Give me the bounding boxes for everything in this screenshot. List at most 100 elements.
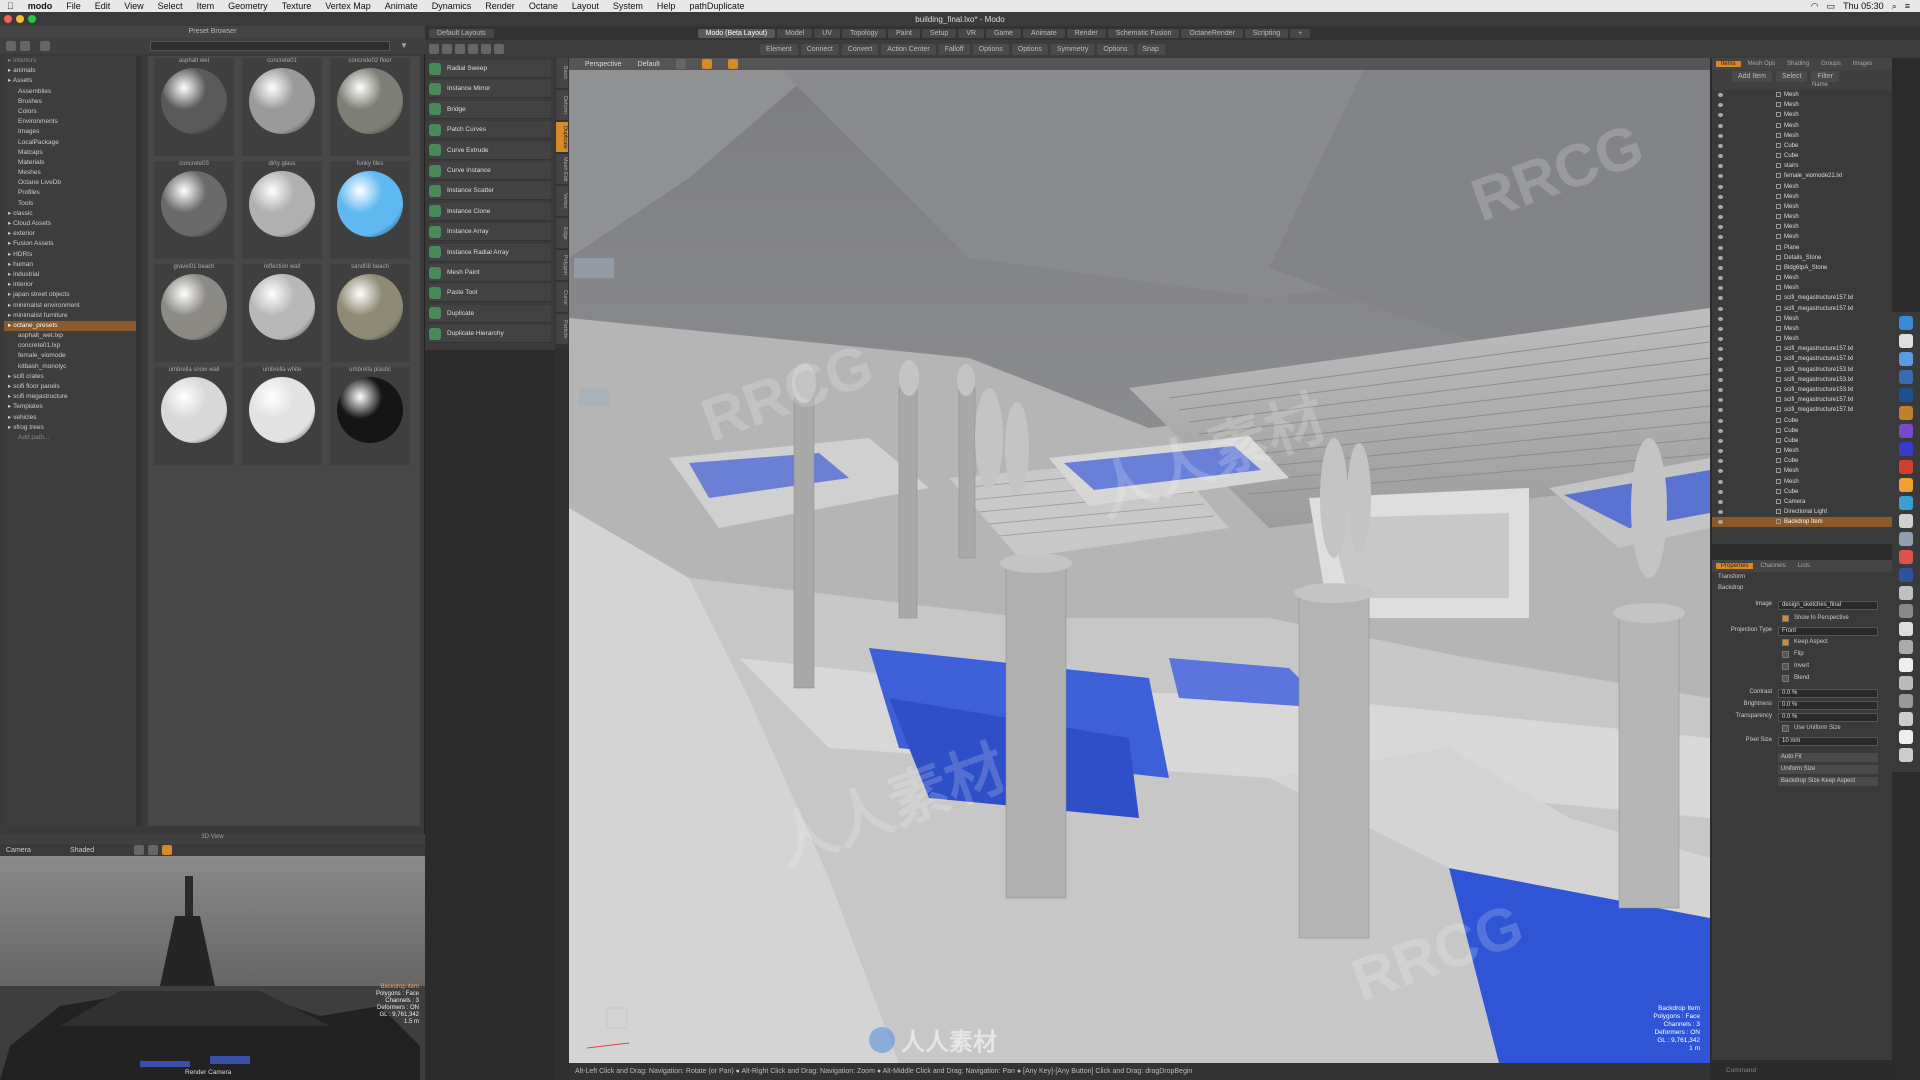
visibility-eye-icon[interactable] [1718, 337, 1723, 342]
visibility-eye-icon[interactable] [1718, 123, 1723, 128]
item-list-row[interactable]: scifi_megastructure153.lxl [1712, 385, 1892, 395]
layout-tab[interactable]: Setup [921, 28, 957, 38]
item-list-row[interactable]: Mesh [1712, 283, 1892, 293]
tool-button[interactable]: Paste Tool [429, 284, 551, 303]
visibility-eye-icon[interactable] [1718, 347, 1723, 352]
visibility-eye-icon[interactable] [1718, 489, 1723, 494]
visibility-eye-icon[interactable] [1718, 103, 1723, 108]
menu-item[interactable]: Item [190, 1, 222, 11]
tree-item[interactable]: Meshes [4, 168, 136, 178]
material-preset[interactable]: funky tiles [330, 161, 410, 259]
item-list-row[interactable]: Bldg6tpA_Stone [1712, 263, 1892, 273]
visibility-eye-icon[interactable] [1718, 377, 1723, 382]
octane-icon[interactable] [701, 59, 712, 69]
material-preset[interactable]: umbrella white [242, 367, 322, 465]
backdrop-section[interactable]: Backdrop [1712, 585, 1892, 596]
render-icon[interactable] [727, 59, 738, 69]
tree-item[interactable]: ▸ scifi megastructure [4, 392, 136, 402]
dock-app-icon[interactable] [1899, 388, 1913, 402]
toolbar-button[interactable]: Options [972, 43, 1009, 55]
visibility-eye-icon[interactable] [1718, 235, 1723, 240]
tree-item[interactable]: ▸ minimalist environment [4, 301, 136, 311]
item-list-row[interactable]: Mesh [1712, 446, 1892, 456]
item-list-row[interactable]: scifi_megastructure153.lxl [1712, 365, 1892, 375]
item-panel-tab[interactable]: Shading [1782, 61, 1814, 67]
tree-item[interactable]: ▸ animals [4, 66, 136, 76]
visibility-eye-icon[interactable] [1718, 154, 1723, 159]
add-item-button[interactable]: Add Item [1732, 70, 1773, 82]
dock-app-icon[interactable] [1899, 640, 1913, 654]
battery-icon[interactable]: ▭ [1827, 1, 1836, 12]
item-list-row[interactable]: Mesh [1712, 121, 1892, 131]
visibility-eye-icon[interactable] [1718, 93, 1723, 97]
dock-app-icon[interactable] [1899, 694, 1913, 708]
visibility-eye-icon[interactable] [1718, 133, 1723, 138]
visibility-eye-icon[interactable] [1718, 174, 1723, 179]
app-menu[interactable]: modo [21, 1, 60, 11]
preset-search-input[interactable] [150, 41, 390, 51]
tree-item[interactable]: Environments [4, 117, 136, 127]
visibility-eye-icon[interactable] [1718, 164, 1723, 169]
toolbar-button[interactable]: Action Center [881, 43, 936, 55]
properties-tab[interactable]: Channels [1755, 563, 1790, 569]
tree-item[interactable]: ▸ japan street objects [4, 290, 136, 300]
visibility-eye-icon[interactable] [1718, 520, 1723, 525]
material-preset[interactable]: concrete01 [242, 58, 322, 156]
visibility-eye-icon[interactable] [1718, 306, 1723, 311]
tree-item[interactable]: ▸ industrial [4, 270, 136, 280]
dock-app-icon[interactable] [1899, 370, 1913, 384]
item-list-row[interactable]: Cube [1712, 487, 1892, 497]
visibility-eye-icon[interactable] [1718, 387, 1723, 392]
menu-item[interactable]: Animate [378, 1, 425, 11]
item-list-row[interactable]: Mesh [1712, 466, 1892, 476]
lock-icon[interactable] [148, 845, 158, 855]
menu-item[interactable]: Select [151, 1, 190, 11]
tree-item[interactable]: ▸ scifi crates [4, 372, 136, 382]
visibility-eye-icon[interactable] [1718, 438, 1723, 443]
item-list-row[interactable]: Mesh [1712, 273, 1892, 283]
forward-icon[interactable] [20, 41, 30, 51]
dock-app-icon[interactable] [1899, 676, 1913, 690]
item-panel-tab[interactable]: Items [1716, 61, 1741, 67]
item-list-row[interactable]: scifi_megastructure157.lxl [1712, 395, 1892, 405]
toolbar-button[interactable]: Convert [841, 43, 879, 55]
tool-button[interactable]: Instance Mirror [429, 80, 551, 99]
visibility-eye-icon[interactable] [1718, 255, 1723, 260]
item-list-row[interactable]: Mesh [1712, 192, 1892, 202]
tree-item[interactable]: ▸ minimalist furniture [4, 311, 136, 321]
material-preset[interactable]: umbrella snow wall [154, 367, 234, 465]
tree-item[interactable]: ▸ HDRIs [4, 250, 136, 260]
item-list-row[interactable]: scifi_megastructure153.lxl [1712, 375, 1892, 385]
layout-tab[interactable]: Scripting [1244, 28, 1289, 38]
tree-item[interactable]: female_viomode [4, 351, 136, 361]
layout-tab[interactable]: OctaneRender [1181, 28, 1243, 38]
layout-tab[interactable]: Paint [887, 28, 920, 38]
item-list-row[interactable]: scifi_megastructure157.lxl [1712, 354, 1892, 364]
tool-category-tab[interactable]: Mesh Edit [556, 154, 568, 184]
menu-item[interactable]: Help [650, 1, 683, 11]
grid-icon[interactable] [134, 845, 144, 855]
material-preset[interactable]: concrete02 floor [330, 58, 410, 156]
layout-selector[interactable]: Default Layouts [429, 28, 494, 38]
transform-section[interactable]: Transform [1712, 574, 1892, 585]
tool-button[interactable]: Radial Sweep [429, 60, 551, 78]
tree-item[interactable]: Tools [4, 199, 136, 209]
visibility-eye-icon[interactable] [1718, 316, 1723, 321]
tool-category-tab[interactable]: Particle [556, 314, 568, 344]
tool-button[interactable]: Bridge [429, 100, 551, 119]
item-list-row[interactable]: Mesh [1712, 232, 1892, 242]
item-list-row[interactable]: Cube [1712, 141, 1892, 151]
item-list-row[interactable]: Cube [1712, 426, 1892, 436]
material-preset[interactable]: dirty glass [242, 161, 322, 259]
filter-icon[interactable]: ▼ [400, 41, 408, 50]
menu-item[interactable]: View [117, 1, 150, 11]
command-input[interactable]: Command [1712, 1064, 1892, 1078]
close-window-button[interactable] [4, 15, 12, 23]
uniform-size-button[interactable]: Uniform Size [1778, 765, 1878, 774]
dock-app-icon[interactable] [1899, 478, 1913, 492]
tree-item[interactable]: ▸ vehicles [4, 413, 136, 423]
tool-category-tab[interactable]: Duplicate [556, 122, 568, 152]
toolbar-button[interactable]: Snap [1136, 43, 1165, 55]
visibility-eye-icon[interactable] [1718, 418, 1723, 423]
tree-item[interactable]: ▸ interiors [4, 56, 136, 66]
